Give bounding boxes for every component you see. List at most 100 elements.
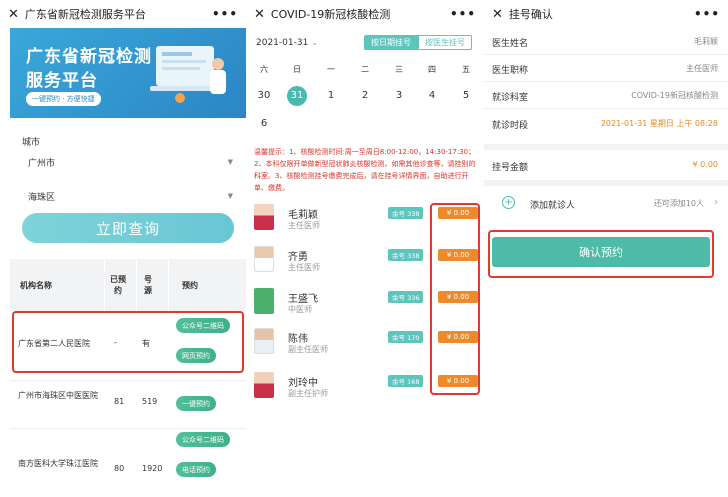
calendar-day[interactable]: 3 (389, 86, 409, 106)
row-booked: 80 (114, 464, 125, 473)
page-title: 挂号确认 (508, 8, 553, 21)
weekday-label: 二 (361, 65, 369, 74)
more-icon[interactable]: ••• (212, 7, 238, 21)
doctor-illustration-icon (150, 46, 226, 103)
field-value: 主任医师 (686, 64, 718, 73)
doctor-title: 副主任护师 (288, 389, 328, 398)
chevron-down-icon: ▼ (227, 158, 233, 166)
add-patient-row[interactable]: + 添加就诊人 还可添加10人 › (492, 196, 718, 211)
district-value: 海珠区 (28, 193, 56, 203)
plus-circle-icon: + (502, 196, 515, 209)
field-label: 就诊科室 (492, 93, 529, 103)
doctor-title: 副主任医师 (288, 345, 328, 354)
remaining-badge: 余号 168 (388, 375, 424, 387)
chevron-down-icon: ⌄ (311, 38, 318, 47)
banner-tag: 一键预约 · 方便快捷 (26, 92, 101, 106)
col-booked: 已预约 (110, 275, 126, 295)
field-label: 医生职称 (492, 66, 529, 76)
close-icon[interactable]: ✕ (254, 7, 265, 22)
col-book: 预约 (182, 280, 198, 290)
row-source: 1920 (142, 464, 163, 473)
table-header: 机构名称 已预约 号源 预约 (10, 259, 246, 311)
doctor-title: 中医师 (288, 305, 312, 314)
chevron-right-icon: › (714, 197, 718, 208)
calendar-day[interactable]: 1 (321, 86, 341, 106)
one-click-booking-button[interactable]: 一键预约 (176, 396, 216, 411)
weekday-label: 日 (293, 65, 301, 74)
divider (136, 259, 137, 311)
more-icon[interactable]: ••• (694, 7, 720, 21)
city-label: 城市 (22, 138, 41, 148)
date-value: 2021-01-31 (256, 38, 309, 48)
doctor-name: 刘玲中 (288, 378, 318, 389)
phone-booking-button[interactable]: 电话预约 (176, 462, 216, 477)
calendar-day[interactable]: 6 (254, 114, 274, 134)
divider (10, 380, 246, 381)
field-department: 就诊科室 COVID-19新冠核酸检测 (492, 90, 718, 103)
avatar (254, 372, 274, 398)
page-title: 广东省新冠检测服务平台 (24, 8, 146, 21)
panel-platform: ✕ 广东省新冠检测服务平台 ••• 广东省新冠检测 服务平台 一键预约 · 方便… (0, 0, 246, 497)
top-bar: ✕ COVID-19新冠核酸检测 ••• (246, 0, 484, 28)
add-patient-label: 添加就诊人 (530, 201, 576, 211)
weekday-label: 五 (462, 65, 470, 74)
weekday-label: 六 (260, 65, 268, 74)
chevron-down-icon: ▼ (227, 192, 233, 200)
field-label: 挂号金额 (492, 163, 529, 173)
city-value: 广州市 (28, 159, 56, 169)
date-picker[interactable]: 2021-01-31 ⌄ (256, 38, 318, 48)
doctor-title: 主任医师 (288, 221, 320, 230)
qr-code-button[interactable]: 公众号二维码 (176, 432, 230, 447)
highlight-box (430, 203, 480, 395)
avatar (254, 328, 274, 354)
close-icon[interactable]: ✕ (492, 7, 503, 22)
calendar-day[interactable]: 30 (254, 86, 274, 106)
top-bar: ✕ 挂号确认 ••• (484, 0, 728, 28)
calendar-day[interactable]: 4 (422, 86, 442, 106)
query-button[interactable]: 立即查询 (22, 213, 234, 243)
remaining-badge: 余号 336 (388, 291, 424, 303)
field-label: 医生姓名 (492, 39, 529, 49)
weekday-label: 一 (327, 65, 335, 74)
row-source: 519 (142, 397, 158, 406)
divider (484, 54, 728, 55)
more-icon[interactable]: ••• (450, 7, 476, 21)
weekday-label: 三 (395, 65, 403, 74)
divider (484, 180, 728, 186)
table-row: 广州市海珠区中医医院 81 519 一键预约 (10, 382, 246, 428)
calendar-day[interactable]: 2 (355, 86, 375, 106)
field-label: 就诊时段 (492, 121, 529, 131)
avatar (254, 204, 274, 230)
doctor-name: 毛莉颖 (288, 210, 318, 221)
divider (484, 144, 728, 150)
top-bar: ✕ 广东省新冠检测服务平台 ••• (0, 0, 246, 28)
calendar-day[interactable]: 5 (456, 86, 476, 106)
divider (484, 108, 728, 109)
tab-by-date[interactable]: 按日期挂号 (364, 35, 418, 50)
add-patient-hint: 还可添加10人 (653, 199, 704, 208)
field-value: COVID-19新冠核酸检测 (631, 91, 718, 100)
screenshot-root: ✕ 广东省新冠检测服务平台 ••• 广东省新冠检测 服务平台 一键预约 · 方便… (0, 0, 728, 497)
doctor-name: 齐勇 (288, 252, 308, 263)
close-icon[interactable]: ✕ (8, 7, 19, 22)
field-value: 2021-01-31 星期日 上午 08:28 (600, 119, 718, 128)
col-source: 号源 (144, 275, 152, 295)
doctor-name: 王盛飞 (288, 294, 318, 305)
row-name: 南方医科大学珠江医院 (18, 459, 98, 468)
city-select[interactable]: 广州市 ▼ (28, 156, 233, 169)
table-row: 南方医科大学珠江医院 80 1920 公众号二维码 电话预约 (10, 430, 246, 497)
tab-by-doctor[interactable]: 按医生挂号 (418, 35, 472, 50)
banner: 广东省新冠检测 服务平台 一键预约 · 方便快捷 (10, 28, 246, 118)
row-booked: 81 (114, 397, 125, 406)
weekday-label: 四 (428, 65, 436, 74)
calendar-day-selected[interactable]: 31 (287, 86, 307, 106)
divider (10, 428, 246, 429)
field-value: 毛莉颖 (694, 37, 718, 46)
banner-title-line1: 广东省新冠检测 (26, 47, 152, 67)
remaining-badge: 余号 170 (388, 331, 424, 343)
row-name: 广州市海珠区中医医院 (18, 391, 98, 400)
field-fee: 挂号金额 ¥ 0.00 (492, 160, 718, 173)
highlight-box (12, 311, 244, 373)
district-select[interactable]: 海珠区 ▼ (28, 190, 233, 203)
divider (168, 259, 169, 311)
